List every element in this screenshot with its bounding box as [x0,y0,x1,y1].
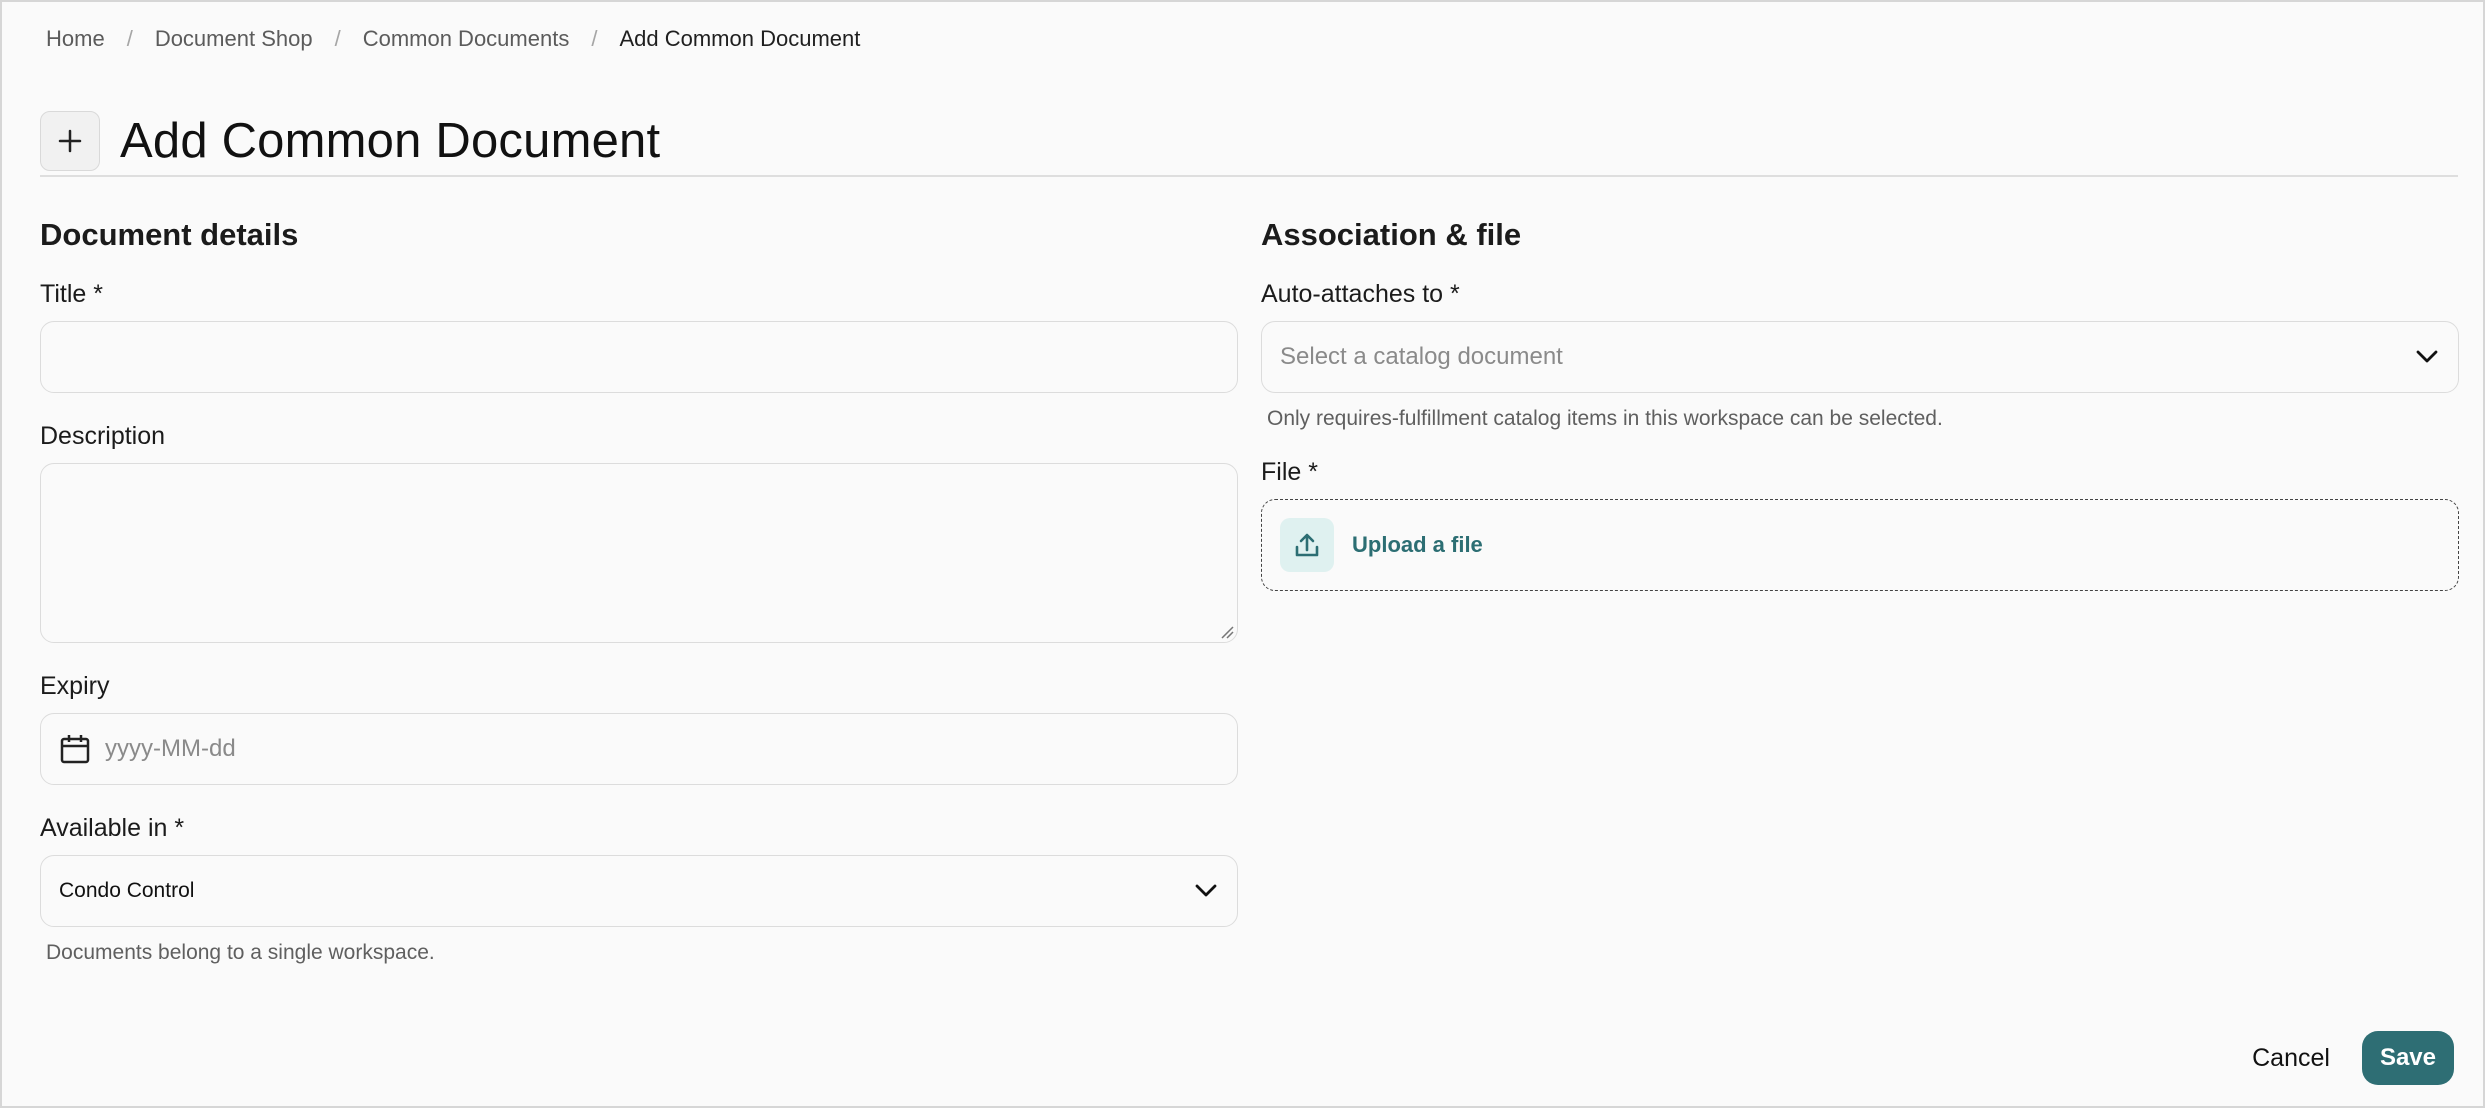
expiry-date-input[interactable]: yyyy-MM-dd [40,713,1238,785]
section-title-document-details: Document details [40,217,299,252]
expiry-placeholder: yyyy-MM-dd [105,735,236,762]
breadcrumb-document-shop[interactable]: Document Shop [155,26,313,52]
breadcrumb-current: Add Common Document [619,26,861,51]
available-in-select[interactable]: Condo Control [40,855,1238,927]
breadcrumb-separator: / [591,26,598,51]
available-in-label: Available in * [40,814,185,842]
available-in-value: Condo Control [59,879,195,902]
plus-icon [40,110,100,171]
file-upload-dropzone[interactable]: Upload a file [1261,499,2459,591]
app-frame: Home / Document Shop / Common Documents … [0,0,2485,1108]
cancel-button[interactable]: Cancel [2252,1044,2330,1073]
breadcrumb: Home / Document Shop / Common Documents … [46,26,860,52]
file-label: File * [1261,458,1318,486]
calendar-icon [59,733,91,765]
association-file-section: Association & file Auto-attaches to * Se… [1261,217,2459,591]
auto-attaches-select[interactable]: Select a catalog document [1261,321,2459,393]
header-divider [40,175,2458,177]
save-button[interactable]: Save [2361,1031,2454,1085]
page-header: Add Common Document [40,80,660,202]
breadcrumb-separator: / [126,26,133,51]
title-input[interactable] [40,321,1238,393]
auto-attaches-label: Auto-attaches to * [1261,280,1460,308]
resize-grip-icon[interactable] [1220,625,1234,639]
description-textarea[interactable] [40,463,1238,643]
chevron-down-icon [1193,878,1219,904]
description-label: Description [40,422,166,450]
section-title-association-file: Association & file [1261,217,1522,252]
upload-a-file-link[interactable]: Upload a file [1352,532,1483,558]
page-title: Add Common Document [120,113,661,168]
upload-icon [1280,518,1334,572]
form-actions: Cancel Save [2252,1031,2454,1085]
title-label: Title * [40,280,103,308]
expiry-label: Expiry [40,672,110,700]
breadcrumb-common-documents[interactable]: Common Documents [363,26,570,52]
breadcrumb-home[interactable]: Home [46,26,105,52]
available-in-help: Documents belong to a single workspace. [46,941,435,964]
breadcrumb-separator: / [334,26,341,51]
auto-attaches-placeholder: Select a catalog document [1280,343,1563,370]
chevron-down-icon [2414,344,2440,370]
auto-attaches-help: Only requires-fulfillment catalog items … [1267,407,1943,430]
document-details-section: Document details Title * Description Exp… [40,217,1238,965]
